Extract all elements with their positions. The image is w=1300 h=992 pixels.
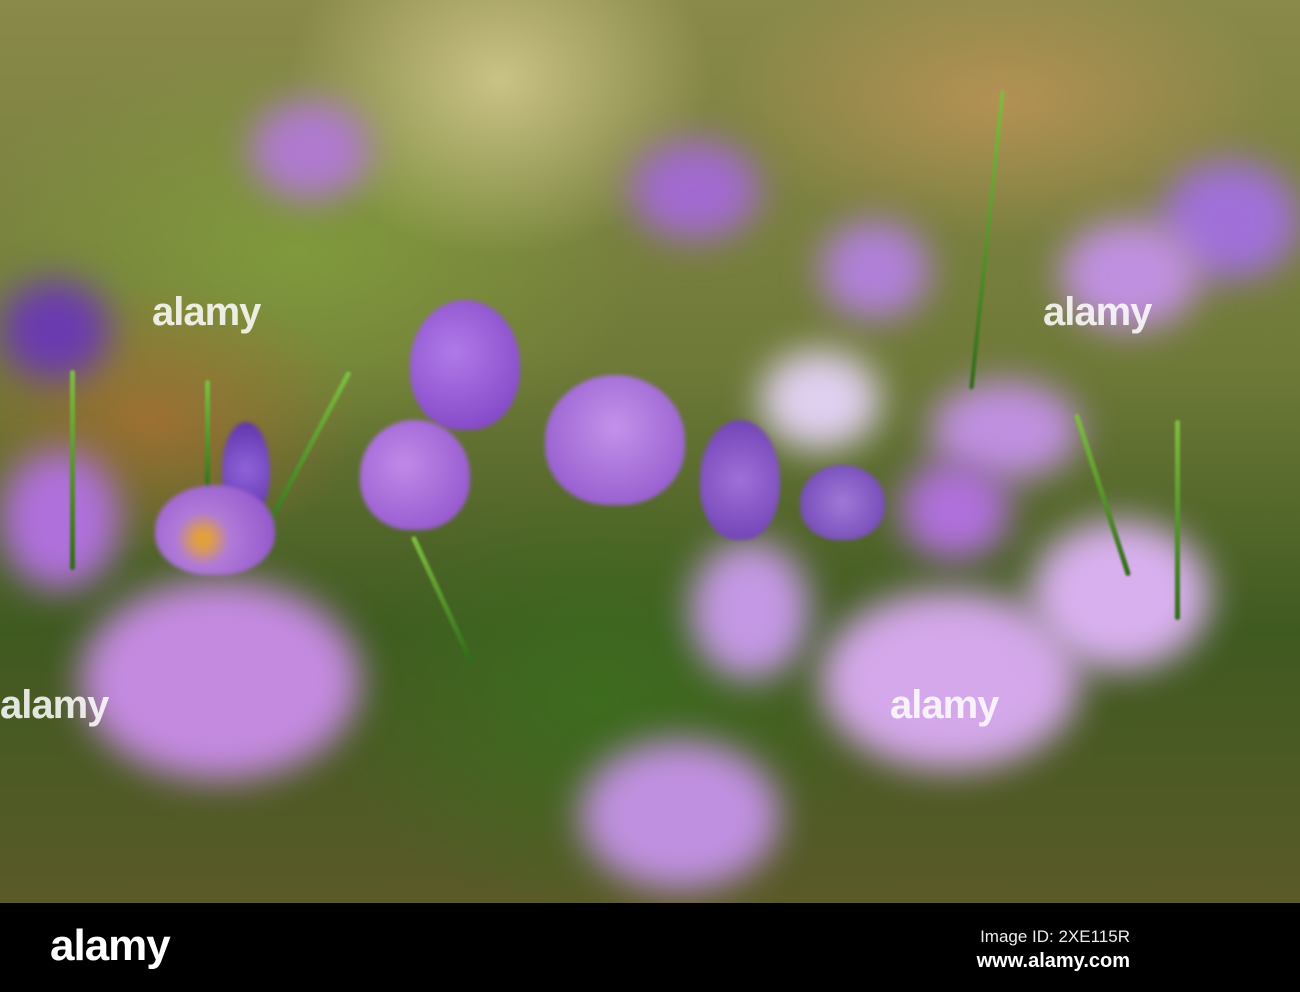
grass-blade [1175, 420, 1180, 620]
blurred-crocus [630, 140, 760, 240]
crocus-flower [800, 465, 885, 540]
blurred-crocus [760, 350, 880, 450]
footer-bar: alamy Image ID: 2XE115R www.alamy.com [0, 903, 1300, 992]
crocus-flower [360, 420, 470, 530]
crocus-flower [410, 300, 520, 430]
blurred-crocus [0, 450, 120, 590]
crocus-flower [155, 485, 275, 575]
blurred-crocus [900, 460, 1010, 560]
grass-blade [70, 370, 75, 570]
watermark: alamy [1043, 290, 1152, 334]
grass-blade [205, 380, 210, 500]
crocus-flower [545, 375, 685, 505]
blurred-crocus [80, 580, 360, 780]
crocus-flower [700, 420, 780, 540]
site-url: www.alamy.com [976, 950, 1130, 972]
grass-blade [410, 535, 475, 665]
blurred-crocus [0, 280, 110, 380]
crocus-photo: alamy alamy alamy alamy [0, 0, 1300, 903]
alamy-logo: alamy [50, 921, 171, 970]
image-id: Image ID: 2XE115R [980, 927, 1130, 946]
blurred-crocus [820, 220, 930, 320]
blurred-crocus [580, 740, 780, 890]
watermark: alamy [0, 683, 109, 727]
watermark: alamy [152, 290, 261, 334]
blurred-crocus [690, 540, 810, 680]
blurred-crocus [250, 100, 370, 200]
grass-blade [969, 90, 1005, 390]
watermark: alamy [890, 683, 999, 727]
